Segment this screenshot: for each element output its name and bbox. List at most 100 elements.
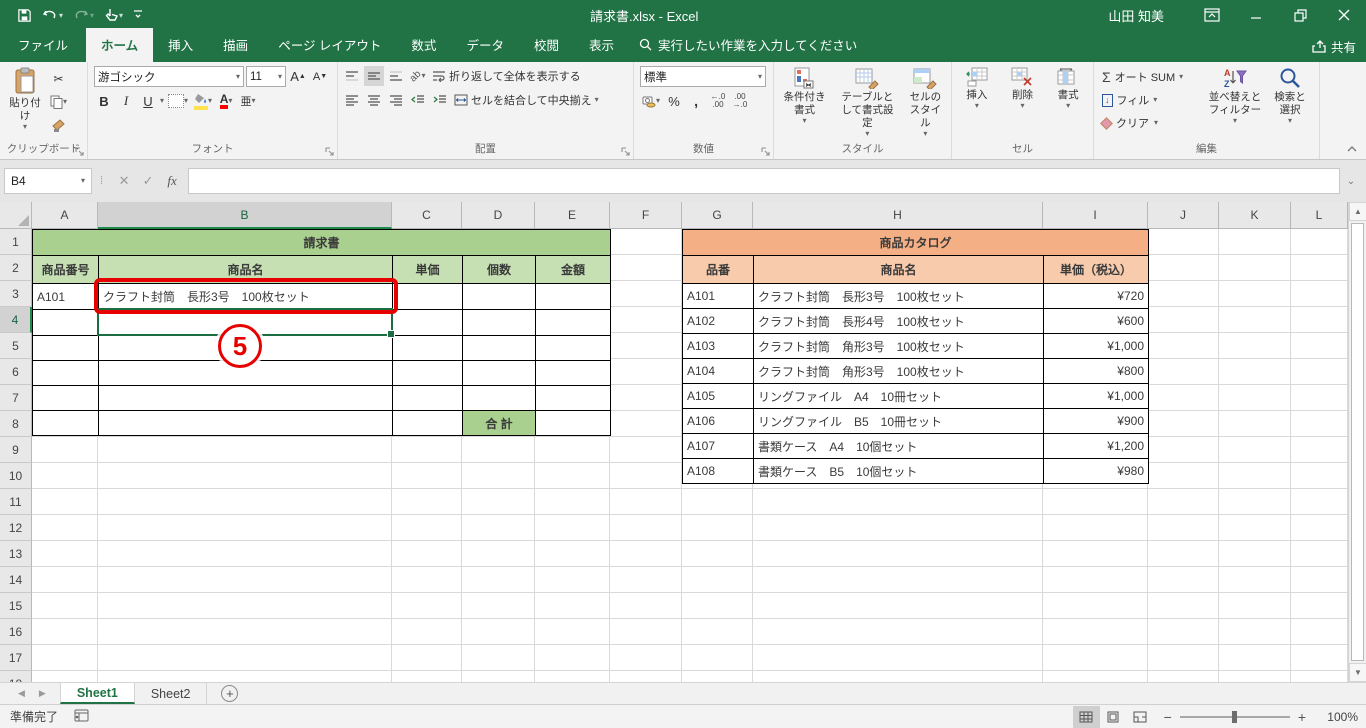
catalog-name[interactable]: リングファイル A4 10冊セット bbox=[753, 383, 1044, 409]
worksheet-grid[interactable]: A B C D E F G H I J K L 1 2 3 4 5 6 7 8 … bbox=[0, 202, 1348, 682]
cell-c7[interactable] bbox=[392, 385, 463, 411]
conditional-formatting-button[interactable]: 条件付き書式 ▾ bbox=[776, 65, 833, 142]
invoice-header-code[interactable]: 商品番号 bbox=[32, 255, 99, 284]
percent-style-icon[interactable]: % bbox=[664, 91, 684, 111]
decrease-font-icon[interactable]: A ▼ bbox=[310, 67, 330, 87]
normal-view-icon[interactable] bbox=[1072, 705, 1100, 728]
cell-d3[interactable] bbox=[462, 283, 536, 310]
cell-styles-button[interactable]: セルのスタイル ▾ bbox=[902, 65, 949, 142]
row-header-12[interactable]: 12 bbox=[0, 515, 32, 541]
catalog-code[interactable]: A103 bbox=[682, 333, 754, 359]
cut-icon[interactable]: ✂ bbox=[48, 69, 69, 89]
row-header-18[interactable]: 18 bbox=[0, 671, 32, 682]
catalog-code[interactable]: A105 bbox=[682, 383, 754, 409]
increase-indent-icon[interactable] bbox=[430, 90, 450, 110]
catalog-code[interactable]: A102 bbox=[682, 308, 754, 334]
catalog-code[interactable]: A101 bbox=[682, 283, 754, 309]
col-header-a[interactable]: A bbox=[32, 202, 98, 229]
minimize-button[interactable] bbox=[1234, 0, 1278, 30]
align-left-icon[interactable] bbox=[342, 90, 362, 110]
save-icon[interactable] bbox=[14, 6, 35, 25]
zoom-slider-thumb[interactable] bbox=[1231, 710, 1237, 723]
undo-icon[interactable]: ▾ bbox=[39, 6, 66, 24]
catalog-price[interactable]: ¥1,000 bbox=[1043, 333, 1149, 359]
cell-e3[interactable] bbox=[535, 283, 611, 310]
align-middle-icon[interactable] bbox=[364, 66, 384, 86]
catalog-name[interactable]: 書類ケース B5 10個セット bbox=[753, 458, 1044, 484]
collapse-ribbon-icon[interactable] bbox=[1346, 145, 1358, 153]
share-button[interactable]: 共有 bbox=[1312, 37, 1356, 56]
paste-button[interactable]: 貼り付け ▾ bbox=[2, 65, 48, 142]
cell-e4[interactable] bbox=[535, 309, 611, 336]
decrease-indent-icon[interactable] bbox=[408, 90, 428, 110]
catalog-header-code[interactable]: 品番 bbox=[682, 255, 754, 284]
catalog-price[interactable]: ¥800 bbox=[1043, 358, 1149, 384]
cell-e7[interactable] bbox=[535, 385, 611, 411]
vertical-scroll-thumb[interactable] bbox=[1351, 223, 1364, 661]
insert-cells-button[interactable]: 挿入 ▾ bbox=[962, 65, 992, 142]
close-button[interactable] bbox=[1322, 0, 1366, 30]
sheet-tab-sheet2[interactable]: Sheet2 bbox=[135, 683, 208, 704]
cell-a6[interactable] bbox=[32, 360, 99, 386]
catalog-price[interactable]: ¥600 bbox=[1043, 308, 1149, 334]
cell-e6[interactable] bbox=[535, 360, 611, 386]
find-select-button[interactable]: 検索と選択 ▾ bbox=[1266, 65, 1314, 142]
tab-data[interactable]: データ bbox=[451, 28, 519, 62]
accounting-format-icon[interactable]: ▾ bbox=[640, 91, 662, 111]
catalog-header-name[interactable]: 商品名 bbox=[753, 255, 1044, 284]
row-header-15[interactable]: 15 bbox=[0, 593, 32, 619]
tab-draw[interactable]: 描画 bbox=[208, 28, 263, 62]
bold-button[interactable]: B bbox=[94, 91, 114, 111]
font-name-select[interactable]: 游ゴシック ▾ bbox=[94, 66, 244, 87]
touch-mode-icon[interactable]: ▾ bbox=[101, 6, 126, 25]
row-header-7[interactable]: 7 bbox=[0, 385, 32, 411]
row-header-2[interactable]: 2 bbox=[0, 255, 32, 281]
total-label-cell[interactable]: 合 計 bbox=[462, 410, 536, 436]
increase-font-icon[interactable]: A ▲ bbox=[288, 67, 308, 87]
invoice-header-price[interactable]: 単価 bbox=[392, 255, 463, 284]
col-header-c[interactable]: C bbox=[392, 202, 462, 229]
tell-me-search[interactable]: 実行したい作業を入力してください bbox=[629, 28, 867, 62]
col-header-i[interactable]: I bbox=[1043, 202, 1148, 229]
col-header-h[interactable]: H bbox=[753, 202, 1043, 229]
next-sheet-icon[interactable]: ▶ bbox=[39, 688, 46, 699]
paste-caret[interactable]: ▾ bbox=[23, 123, 27, 131]
number-format-select[interactable]: 標準 ▾ bbox=[640, 66, 766, 87]
tab-formulas[interactable]: 数式 bbox=[396, 28, 451, 62]
tab-page-layout[interactable]: ページ レイアウト bbox=[263, 28, 396, 62]
invoice-header-qty[interactable]: 個数 bbox=[462, 255, 536, 284]
new-sheet-icon[interactable]: + bbox=[221, 685, 239, 702]
copy-icon[interactable]: ▾ bbox=[48, 92, 69, 112]
col-header-l[interactable]: L bbox=[1291, 202, 1348, 229]
number-dialog-launcher[interactable] bbox=[761, 147, 771, 157]
customize-qat-icon[interactable] bbox=[130, 7, 146, 23]
cell-d5[interactable] bbox=[462, 335, 536, 361]
catalog-code[interactable]: A104 bbox=[682, 358, 754, 384]
redo-dropdown-caret[interactable]: ▾ bbox=[90, 11, 94, 20]
cell-c6[interactable] bbox=[392, 360, 463, 386]
col-header-b[interactable]: B bbox=[98, 202, 392, 229]
col-header-j[interactable]: J bbox=[1148, 202, 1219, 229]
row-header-5[interactable]: 5 bbox=[0, 333, 32, 359]
confirm-entry-icon[interactable]: ✓ bbox=[136, 168, 160, 194]
cell-b3[interactable]: クラフト封筒 長形3号 100枚セット bbox=[98, 283, 393, 310]
catalog-price[interactable]: ¥1,000 bbox=[1043, 383, 1149, 409]
col-header-g[interactable]: G bbox=[682, 202, 753, 229]
zoom-out-icon[interactable]: − bbox=[1164, 709, 1172, 725]
tab-home[interactable]: ホーム bbox=[86, 28, 154, 62]
format-as-table-button[interactable]: テーブルとして書式設定 ▾ bbox=[833, 65, 902, 142]
catalog-name[interactable]: リングファイル B5 10冊セット bbox=[753, 408, 1044, 434]
italic-button[interactable]: I bbox=[116, 91, 136, 111]
restore-button[interactable] bbox=[1278, 0, 1322, 30]
format-cells-button[interactable]: 書式 ▾ bbox=[1053, 65, 1083, 142]
col-header-d[interactable]: D bbox=[462, 202, 535, 229]
font-dialog-launcher[interactable] bbox=[325, 147, 335, 157]
cell-c5[interactable] bbox=[392, 335, 463, 361]
vertical-scrollbar[interactable]: ▲ ▼ bbox=[1348, 202, 1366, 682]
row-header-13[interactable]: 13 bbox=[0, 541, 32, 567]
sheet-tab-sheet1[interactable]: Sheet1 bbox=[59, 683, 135, 704]
cancel-entry-icon[interactable]: ✕ bbox=[112, 168, 136, 194]
invoice-title-cell[interactable]: 請求書 bbox=[32, 229, 611, 256]
comma-style-icon[interactable]: , bbox=[686, 91, 706, 111]
tab-review[interactable]: 校閲 bbox=[519, 28, 574, 62]
